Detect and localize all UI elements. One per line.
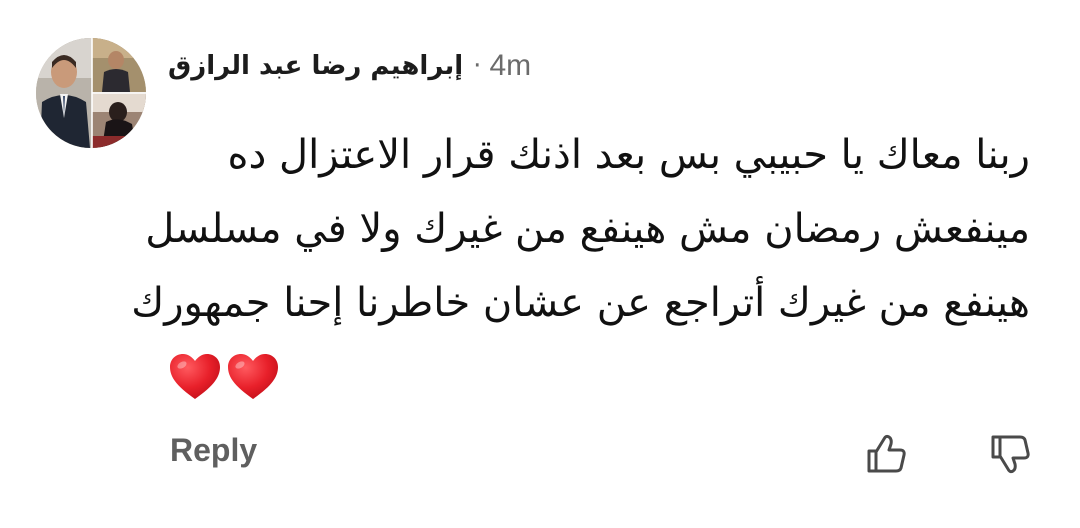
comment-line: ربنا معاك يا حبيبي بس بعد اذنك قرار الاع… — [227, 132, 1030, 178]
comment-card: إبراهيم رضا عبد الرازق · 4m ربنا معاك يا… — [0, 0, 1080, 528]
dislike-button[interactable] — [984, 428, 1036, 480]
separator-dot: · — [473, 51, 482, 81]
comment-body: ربنا معاك يا حبيبي بس بعد اذنك قرار الاع… — [131, 118, 1030, 340]
avatar-image — [36, 38, 146, 148]
reply-button[interactable]: Reply — [170, 432, 257, 469]
author-name[interactable]: إبراهيم رضا عبد الرازق — [168, 51, 463, 81]
comment-line: مينفعش رمضان مش هينفع من غيرك ولا في مسل… — [145, 206, 1030, 252]
heart-icon — [228, 354, 278, 399]
heart-icon — [170, 354, 220, 399]
timestamp: 4m — [489, 49, 532, 82]
comment-header: إبراهيم رضا عبد الرازق · 4m — [168, 44, 531, 88]
thumbs-up-icon — [867, 434, 906, 473]
avatar[interactable] — [36, 38, 146, 148]
thumbs-down-icon — [991, 435, 1030, 474]
emoji-row — [168, 352, 280, 402]
comment-line: هينفع من غيرك أتراجع عن عشان خاطرنا إحنا… — [131, 280, 1030, 326]
like-button[interactable] — [860, 428, 912, 480]
